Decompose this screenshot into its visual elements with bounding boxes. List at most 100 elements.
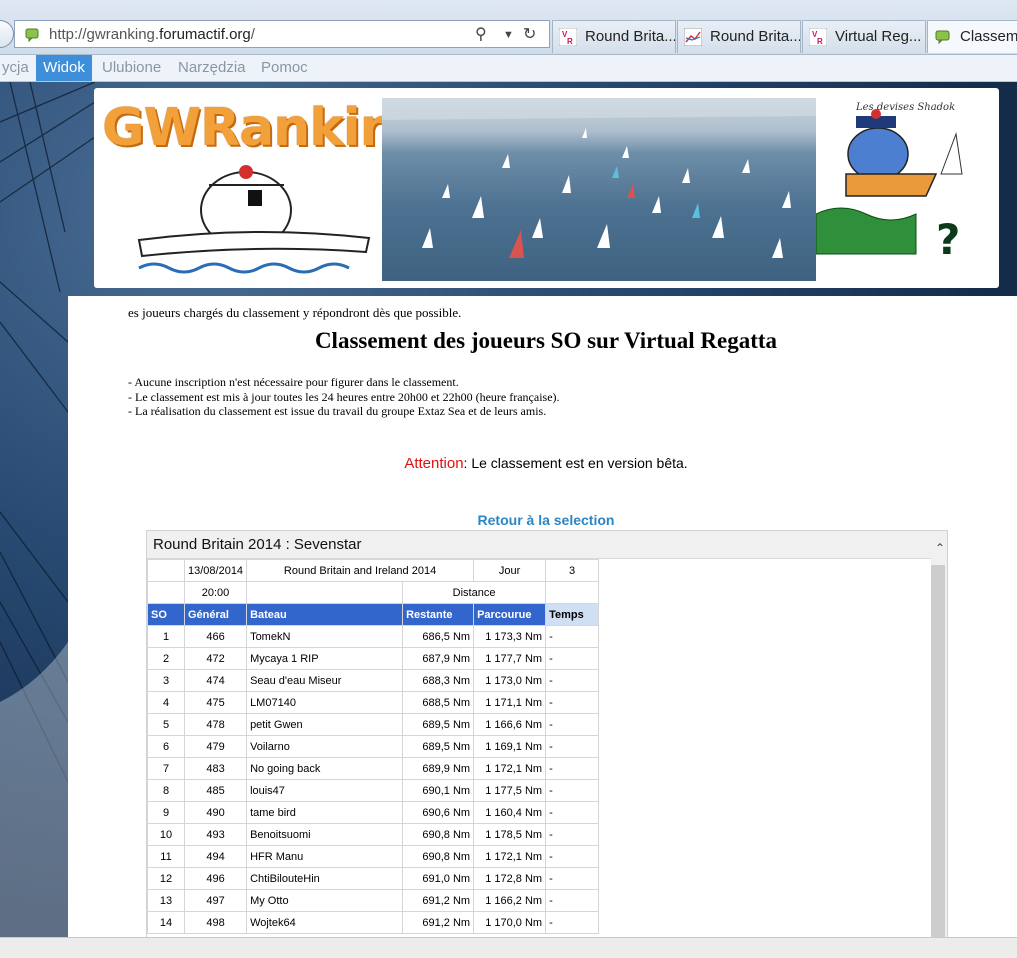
cell-temps: - [545,779,600,802]
tab-round-britain-2[interactable]: Round Brita... [677,20,801,53]
cell-parcourue: 1 178,5 Nm [473,823,547,846]
cell-general: 490 [183,801,248,824]
day-value: 3 [545,559,600,582]
info-row: 20:00 Distance [147,581,600,604]
race-name: Round Britain and Ireland 2014 [246,559,475,582]
cell-parcourue: 1 171,1 Nm [473,691,547,714]
cell-so: 11 [147,845,185,868]
cell-temps: - [545,823,600,846]
col-so: SO [147,603,185,626]
tab-classement[interactable]: Classem... [927,20,1017,53]
table-row: 3 474 Seau d'eau Miseur 688,3 Nm 1 173,0 Nm - [147,669,600,692]
table-row: 8 485 louis47 690,1 Nm 1 177,5 Nm - [147,779,600,802]
cell-temps: - [545,757,600,780]
cell-temps: - [545,669,600,692]
menu-edycja[interactable]: ycja [0,55,33,81]
svg-text:?: ? [936,215,960,264]
cell-so: 9 [147,801,185,824]
cell-general: 485 [183,779,248,802]
attention-text: : Le classement est en version bêta. [463,455,688,471]
table-row: 12 496 ChtiBilouteHin 691,0 Nm 1 172,8 Nm - [147,867,600,890]
site-banner[interactable]: GWRanking Les devises Shadok ? [94,88,999,288]
cell-temps: - [545,801,600,824]
cell-restante: 691,0 Nm [402,867,475,890]
cell-general: 497 [183,889,248,912]
table-row: 14 498 Wojtek64 691,2 Nm 1 170,0 Nm - [147,911,600,934]
cell-bateau: HFR Manu [246,845,404,868]
cell-parcourue: 1 177,5 Nm [473,779,547,802]
cell-general: 496 [183,867,248,890]
cell-temps: - [545,867,600,890]
cell-so: 2 [147,647,185,670]
tab-round-britain-1[interactable]: VR Round Brita... [552,20,676,53]
dropdown-arrow-icon[interactable]: ▼ [503,29,514,41]
cell-bateau: Seau d'eau Miseur [246,669,404,692]
tab-virtual-regatta[interactable]: VR Virtual Reg... [802,20,926,53]
cell-so: 5 [147,713,185,736]
race-date: 13/08/2014 [183,559,248,582]
cell-bateau: ChtiBilouteHin [246,867,404,890]
ranking-panel: Round Britain 2014 : Sevenstar ⌃ 13/08/2… [146,530,948,937]
day-label: Jour [473,559,547,582]
cell-so: 14 [147,911,185,934]
status-bar [0,937,1017,958]
table-row: 13 497 My Otto 691,2 Nm 1 166,2 Nm - [147,889,600,912]
cell-parcourue: 1 172,1 Nm [473,845,547,868]
menu-narzedzia[interactable]: Narzędzia [174,55,250,81]
forum-favicon-icon [935,30,950,45]
cell-temps: - [545,713,600,736]
ranking-table: 13/08/2014 Round Britain and Ireland 201… [147,559,600,934]
cell-restante: 689,5 Nm [402,713,475,736]
cell-bateau: LM07140 [246,691,404,714]
refresh-icon[interactable]: ↻ [523,24,536,44]
browser-toolbar: http://gwranking.forumactif.org/ ⚲ ▼ ↻ V… [0,0,1017,55]
cell-general: 498 [183,911,248,934]
col-general: Général [183,603,248,626]
cell-restante: 690,1 Nm [402,779,475,802]
shadok-cartoon: Les devises Shadok ? [816,102,963,264]
menu-pomoc[interactable]: Pomoc [257,55,312,81]
menu-ulubione[interactable]: Ulubione [98,55,165,81]
url-text[interactable]: http://gwranking.forumactif.org/ [49,26,255,43]
cell-temps: - [545,911,600,934]
cell-general: 479 [183,735,248,758]
main-content: es joueurs chargés du classement y répon… [68,296,1017,937]
cell-so: 13 [147,889,185,912]
address-bar[interactable]: http://gwranking.forumactif.org/ ⚲ ▼ ↻ [14,20,550,48]
cell-so: 1 [147,625,185,648]
svg-text:R: R [567,37,573,46]
cell-bateau: Benoitsuomi [246,823,404,846]
menu-widok[interactable]: Widok [36,55,92,81]
search-icon[interactable]: ⚲ [475,24,487,44]
panel-title: Round Britain 2014 : Sevenstar [147,531,931,559]
cell-so: 6 [147,735,185,758]
cell-restante: 689,5 Nm [402,735,475,758]
cell-so: 10 [147,823,185,846]
note-line: - La réalisation du classement est issue… [128,404,547,418]
cell-temps: - [545,625,600,648]
cell-restante: 689,9 Nm [402,757,475,780]
cell-parcourue: 1 170,0 Nm [473,911,547,934]
col-parcourue: Parcourue [473,603,547,626]
cell-parcourue: 1 172,8 Nm [473,867,547,890]
virtual-regatta-icon: VR [559,28,577,46]
page-title: Classement des joueurs SO sur Virtual Re… [314,328,778,353]
cell-bateau: No going back [246,757,404,780]
forum-favicon-icon [25,28,39,42]
cell-so: 3 [147,669,185,692]
cell-parcourue: 1 173,0 Nm [473,669,547,692]
back-to-selection-link[interactable]: Retour à la selection [68,512,1017,528]
cell-bateau: Mycaya 1 RIP [246,647,404,670]
cell-general: 475 [183,691,248,714]
table-row: 9 490 tame bird 690,6 Nm 1 160,4 Nm - [147,801,600,824]
scroll-up-icon[interactable]: ⌃ [935,541,945,555]
col-restante: Restante [402,603,475,626]
cell-temps: - [545,647,600,670]
ranking-rows: 1 466 TomekN 686,5 Nm 1 173,3 Nm -2 472 Mycaya … [147,625,600,934]
scroll-thumb[interactable] [931,565,945,937]
panel-scrollbar[interactable]: ⌃ [931,531,947,937]
cell-restante: 690,8 Nm [402,845,475,868]
forward-button[interactable] [0,20,14,48]
cell-bateau: Wojtek64 [246,911,404,934]
table-row: 5 478 petit Gwen 689,5 Nm 1 166,6 Nm - [147,713,600,736]
